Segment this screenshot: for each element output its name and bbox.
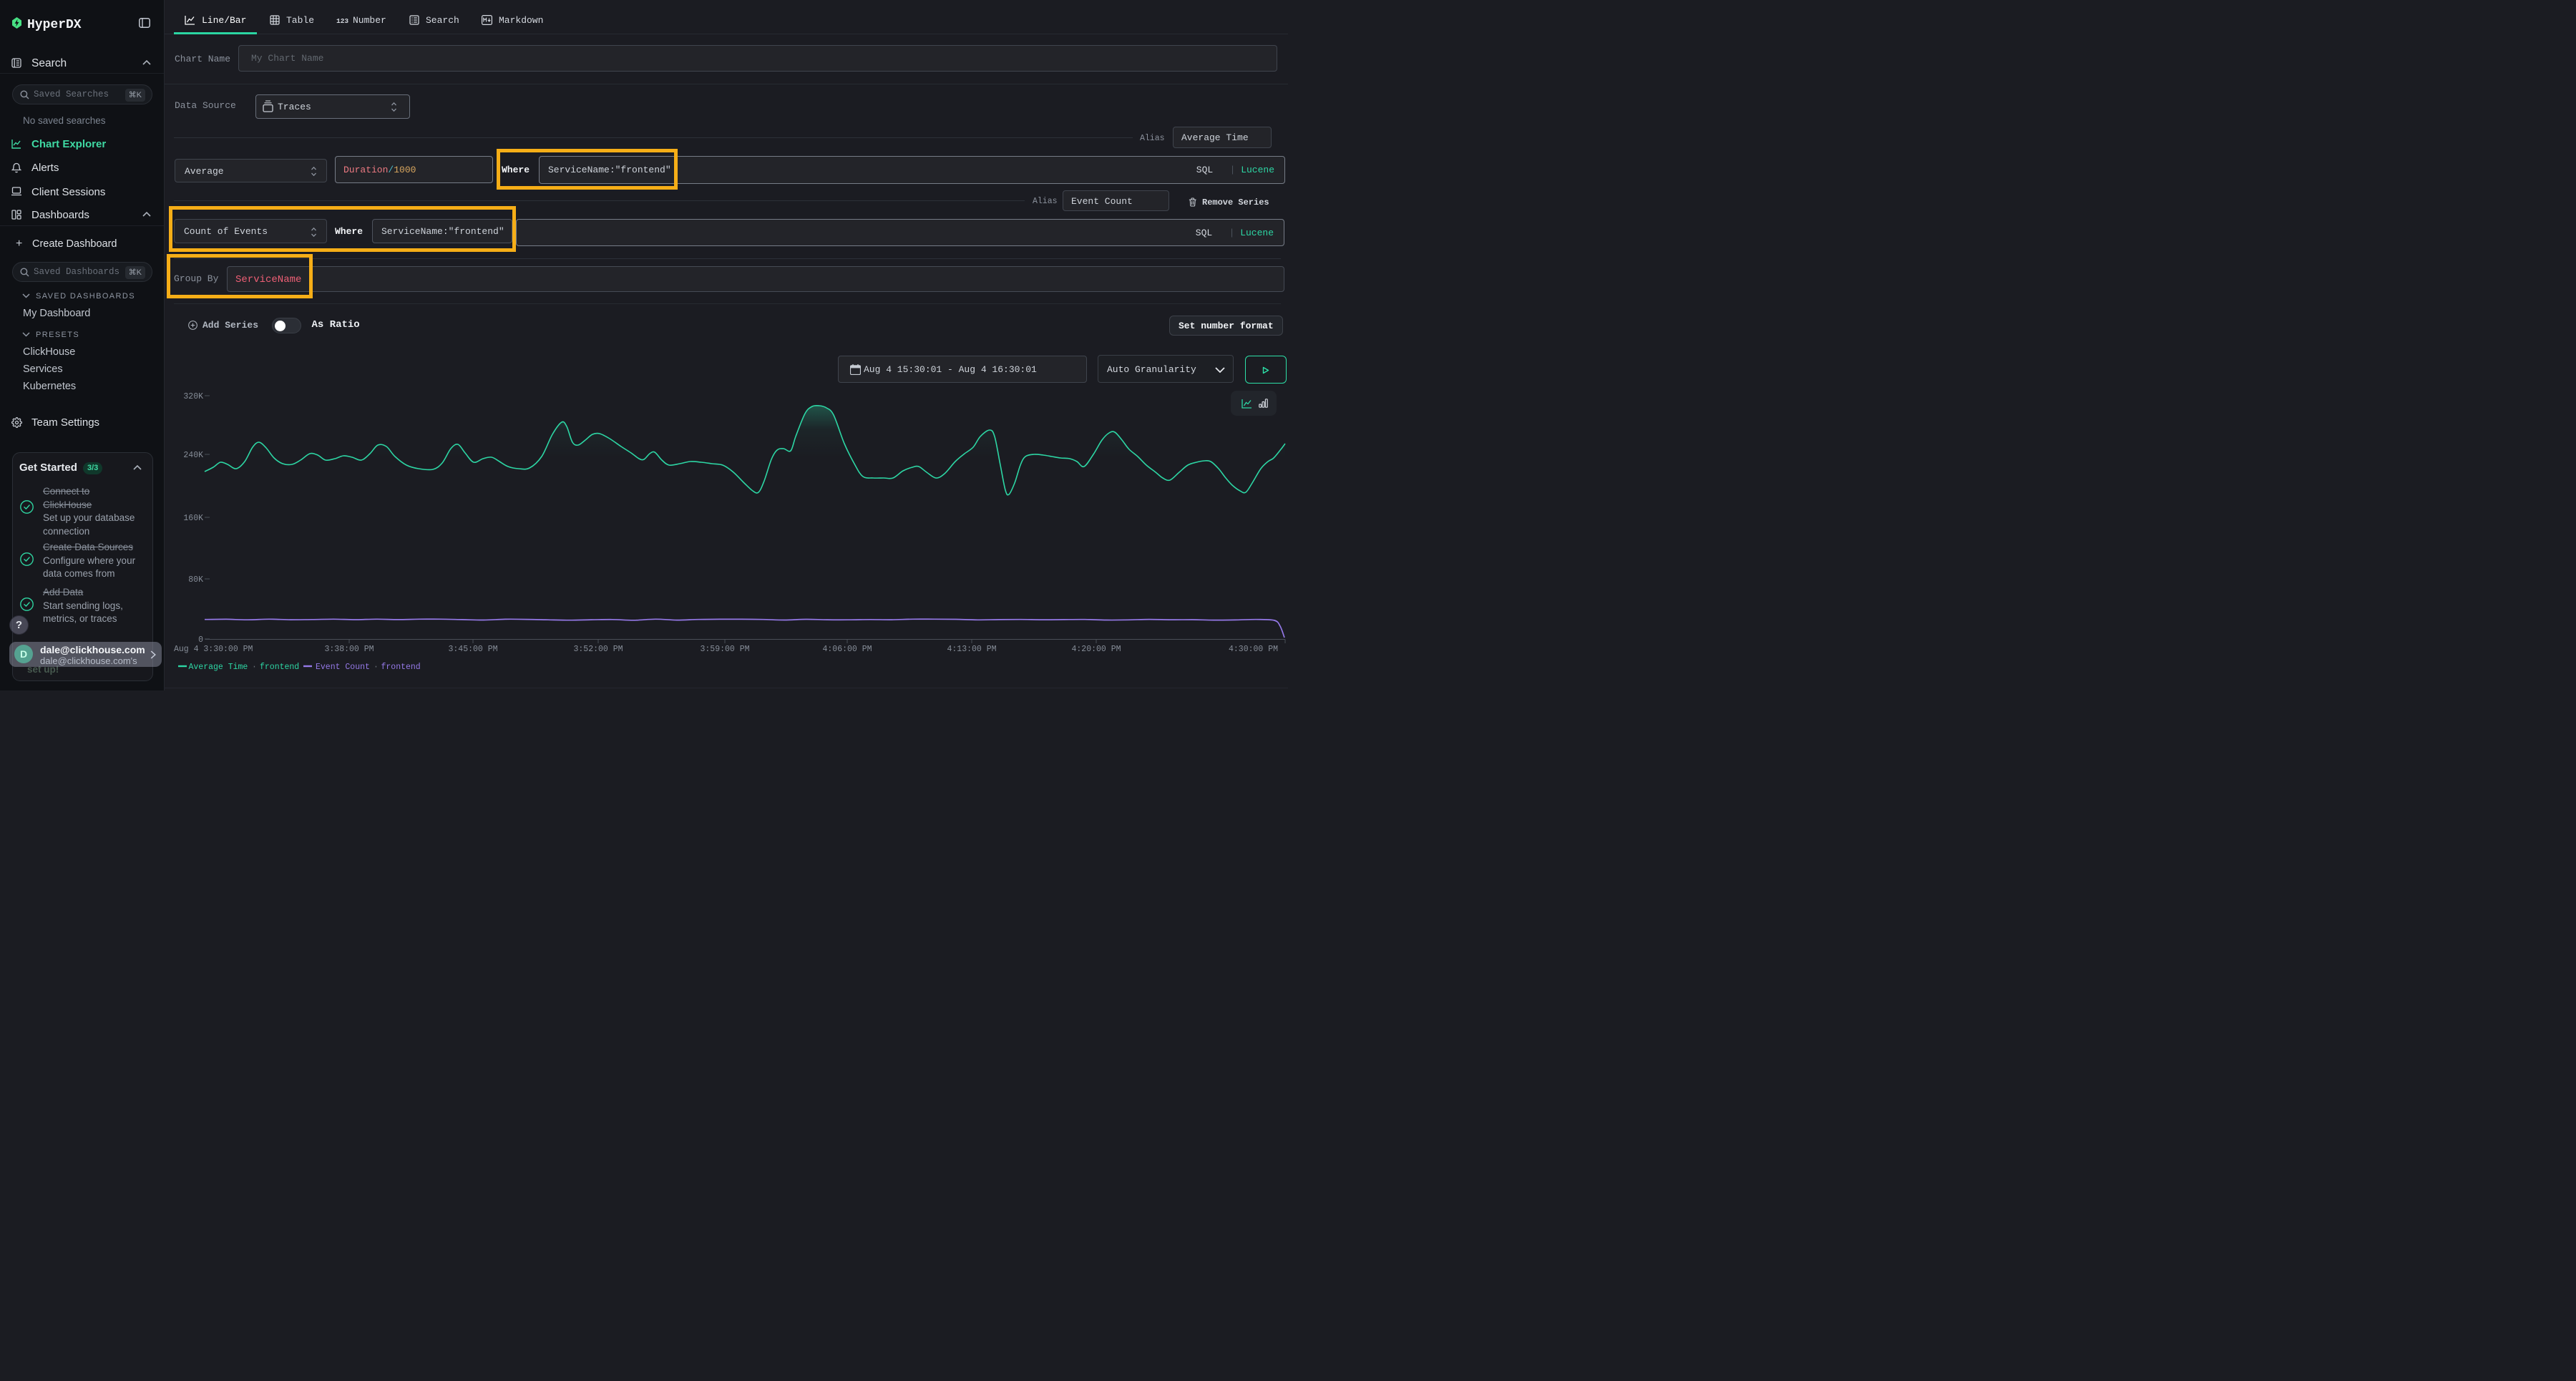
svg-text:0: 0 [198, 635, 203, 645]
svg-text:320K: 320K [183, 392, 203, 401]
svg-text:3:52:00 PM: 3:52:00 PM [573, 645, 623, 654]
svg-text:3:59:00 PM: 3:59:00 PM [700, 645, 749, 654]
svg-text:4:20:00 PM: 4:20:00 PM [1071, 645, 1121, 654]
svg-text:frontend: frontend [381, 663, 421, 672]
svg-text:4:30:00 PM: 4:30:00 PM [1229, 645, 1278, 654]
svg-text:4:06:00 PM: 4:06:00 PM [822, 645, 872, 654]
svg-text:Average Time: Average Time [189, 663, 248, 672]
svg-text:80K: 80K [188, 575, 203, 585]
svg-text:Aug 4 3:30:00 PM: Aug 4 3:30:00 PM [174, 645, 253, 654]
svg-text:·: · [374, 663, 379, 672]
svg-text:240K: 240K [183, 451, 203, 460]
svg-text:·: · [252, 663, 257, 672]
svg-text:3:45:00 PM: 3:45:00 PM [448, 645, 497, 654]
svg-text:160K: 160K [183, 514, 203, 523]
svg-text:4:13:00 PM: 4:13:00 PM [947, 645, 996, 654]
svg-text:frontend: frontend [260, 663, 299, 672]
svg-text:3:38:00 PM: 3:38:00 PM [324, 645, 374, 654]
svg-text:Event Count: Event Count [316, 663, 370, 672]
